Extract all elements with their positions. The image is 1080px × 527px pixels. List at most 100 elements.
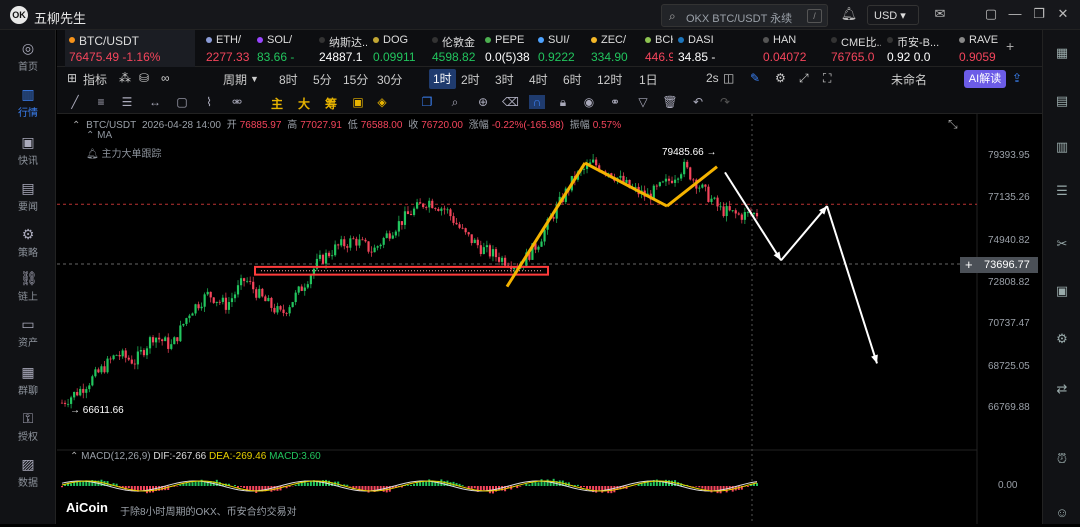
calc-icon[interactable]: ▣: [1053, 282, 1071, 300]
alert-tool-icon[interactable]: ◈: [374, 95, 390, 109]
ticker-item[interactable]: SOL/83.66 -: [253, 30, 313, 67]
ruler-tool-icon[interactable]: ⌕: [447, 95, 463, 110]
line-tool-icon[interactable]: ╱: [67, 95, 83, 109]
interval-15分[interactable]: 15分: [343, 71, 368, 88]
sidebar-item-1[interactable]: ▥行情: [0, 86, 56, 119]
interval-1时[interactable]: 1时: [429, 69, 456, 89]
ticker-item[interactable]: PEPE0.0(5)38: [481, 30, 533, 67]
ticker-item[interactable]: ZEC/334.90: [587, 30, 639, 67]
add-ticker-icon[interactable]: +: [1006, 38, 1014, 54]
search-input[interactable]: OKX BTC/USDT 永续: [686, 10, 792, 26]
add-alert-icon[interactable]: +: [965, 257, 973, 273]
sidebar-item-5[interactable]: ⛓链上: [0, 270, 56, 303]
ticker-item[interactable]: DOG0.09911: [369, 30, 427, 67]
ticker-item[interactable]: BCH446.9 -: [641, 30, 673, 67]
sidebar-item-2[interactable]: ▣快讯: [0, 134, 56, 167]
cut-icon[interactable]: ✂: [1053, 235, 1071, 253]
fork-tool-icon[interactable]: ⚮: [229, 95, 245, 109]
restore-icon[interactable]: ❐: [1030, 6, 1048, 22]
tracker-label[interactable]: 🔔︎ 主力大单跟踪: [86, 145, 161, 160]
interval-30分[interactable]: 30分: [377, 71, 402, 88]
trash-icon[interactable]: 🗑︎: [662, 95, 678, 109]
trades-icon[interactable]: ☰: [1053, 182, 1071, 200]
interval-2时[interactable]: 2时: [461, 71, 480, 88]
interval-8时[interactable]: 8时: [279, 71, 298, 88]
measure-tool-icon[interactable]: ↔: [147, 95, 163, 109]
ticker-item[interactable]: 伦敦金4598.82: [428, 30, 480, 67]
image-tool-icon[interactable]: ▣: [350, 95, 366, 109]
sidebar-item-0[interactable]: ◎首页: [0, 40, 56, 73]
drawing-icon[interactable]: ⁂: [119, 71, 131, 85]
chart-style-icon[interactable]: ⛁: [139, 71, 149, 85]
bell-icon[interactable]: 🔔︎: [840, 6, 858, 22]
indicator-button[interactable]: 指标: [83, 71, 107, 88]
ai-analysis-button[interactable]: AI解读: [964, 70, 1006, 88]
ticker-item[interactable]: ETH/2277.33: [202, 30, 252, 67]
interval-1日[interactable]: 1日: [639, 71, 658, 88]
currency-select[interactable]: USD ▾: [867, 5, 919, 25]
current-price-tag[interactable]: +73696.77: [960, 257, 1038, 273]
copy-tool-icon[interactable]: ❐: [419, 95, 435, 109]
mail-icon[interactable]: ✉: [931, 6, 949, 22]
large-order-toggle[interactable]: 大: [296, 95, 312, 112]
camera-icon[interactable]: ◫: [723, 71, 734, 85]
window-menu-icon[interactable]: ▢: [982, 6, 1000, 22]
chips-toggle[interactable]: 筹: [323, 95, 339, 112]
fit-screen-icon[interactable]: ⤡: [948, 117, 958, 132]
close-icon[interactable]: ✕: [1054, 6, 1072, 22]
hline-tool-icon[interactable]: ≡: [93, 95, 109, 109]
settings-icon[interactable]: ⚙: [775, 71, 786, 85]
sidebar-item-9[interactable]: ▨数据: [0, 456, 56, 489]
period-button[interactable]: 周期: [223, 71, 247, 88]
sidebar-item-7[interactable]: ▦群聊: [0, 364, 56, 397]
ticker-item[interactable]: 币安-B...0.92 0.0: [883, 30, 953, 67]
brush-tool-icon[interactable]: ⌇: [201, 95, 217, 109]
expand-icon[interactable]: ⤢: [799, 71, 809, 86]
eraser-tool-icon[interactable]: ⌫: [502, 95, 518, 109]
layout-name-button[interactable]: 未命名: [891, 71, 927, 88]
layout-icon[interactable]: ∞: [161, 71, 170, 85]
collapse-icon[interactable]: ⌃: [72, 120, 80, 131]
sidebar-item-4[interactable]: ⚙策略: [0, 226, 56, 259]
ticker-item[interactable]: BTC/USDT76475.49 -1.16%: [65, 30, 195, 67]
magnet-tool-icon[interactable]: ∩: [529, 95, 545, 109]
robot-icon[interactable]: ⚙: [1053, 330, 1071, 348]
ma-collapse-icon[interactable]: ⌃: [86, 130, 94, 141]
fullscreen-icon[interactable]: ⛶: [823, 71, 831, 86]
redo-icon[interactable]: ↷: [717, 95, 733, 109]
orderbook-icon[interactable]: ▥: [1053, 138, 1071, 156]
secs-label[interactable]: 2s: [706, 71, 719, 85]
candlestick-chart[interactable]: [57, 114, 1042, 524]
sidebar-item-6[interactable]: ▭资产: [0, 316, 56, 349]
ticker-item[interactable]: CME比...76765.0: [827, 30, 881, 67]
macd-collapse-icon[interactable]: ⌃: [70, 451, 78, 462]
eye-tool-icon[interactable]: ◉: [581, 95, 597, 109]
sidebar-item-3[interactable]: ▤要闻: [0, 180, 56, 213]
interval-6时[interactable]: 6时: [563, 71, 582, 88]
ticker-item[interactable]: 纳斯达...24887.1: [315, 30, 367, 67]
minimize-icon[interactable]: —: [1006, 6, 1024, 21]
lock-tool-icon[interactable]: 🔒︎: [555, 95, 571, 110]
swap-icon[interactable]: ⇄: [1053, 380, 1071, 398]
price-chart[interactable]: [57, 114, 1042, 524]
search-box[interactable]: ⌕ OKX BTC/USDT 永续 /: [661, 4, 828, 27]
ticker-item[interactable]: HAN0.04072: [759, 30, 825, 67]
sidebar-item-8[interactable]: ⚿授权: [0, 410, 56, 443]
zoom-tool-icon[interactable]: ⊕: [475, 95, 491, 109]
list-icon[interactable]: ▤: [1053, 92, 1071, 110]
grid-icon[interactable]: ▦: [1053, 44, 1071, 62]
filter-tool-icon[interactable]: ▽: [635, 95, 651, 109]
ticker-item[interactable]: SUI/0.9222: [534, 30, 586, 67]
undo-icon[interactable]: ↶: [690, 95, 706, 109]
share-icon[interactable]: ⇪: [1012, 71, 1022, 85]
link-tool-icon[interactable]: ⚭: [607, 95, 623, 109]
fib-tool-icon[interactable]: ☰: [119, 95, 135, 109]
interval-5分[interactable]: 5分: [313, 71, 332, 88]
interval-3时[interactable]: 3时: [495, 71, 514, 88]
rect-tool-icon[interactable]: ▢: [174, 95, 190, 109]
ticker-item[interactable]: DASI34.85 -: [674, 30, 758, 67]
compare-icon[interactable]: ⊞: [67, 71, 77, 85]
alarm-icon[interactable]: ⏰︎: [1053, 450, 1071, 468]
customer-service-icon[interactable]: ☺: [1053, 504, 1071, 522]
main-force-toggle[interactable]: 主: [269, 95, 285, 112]
